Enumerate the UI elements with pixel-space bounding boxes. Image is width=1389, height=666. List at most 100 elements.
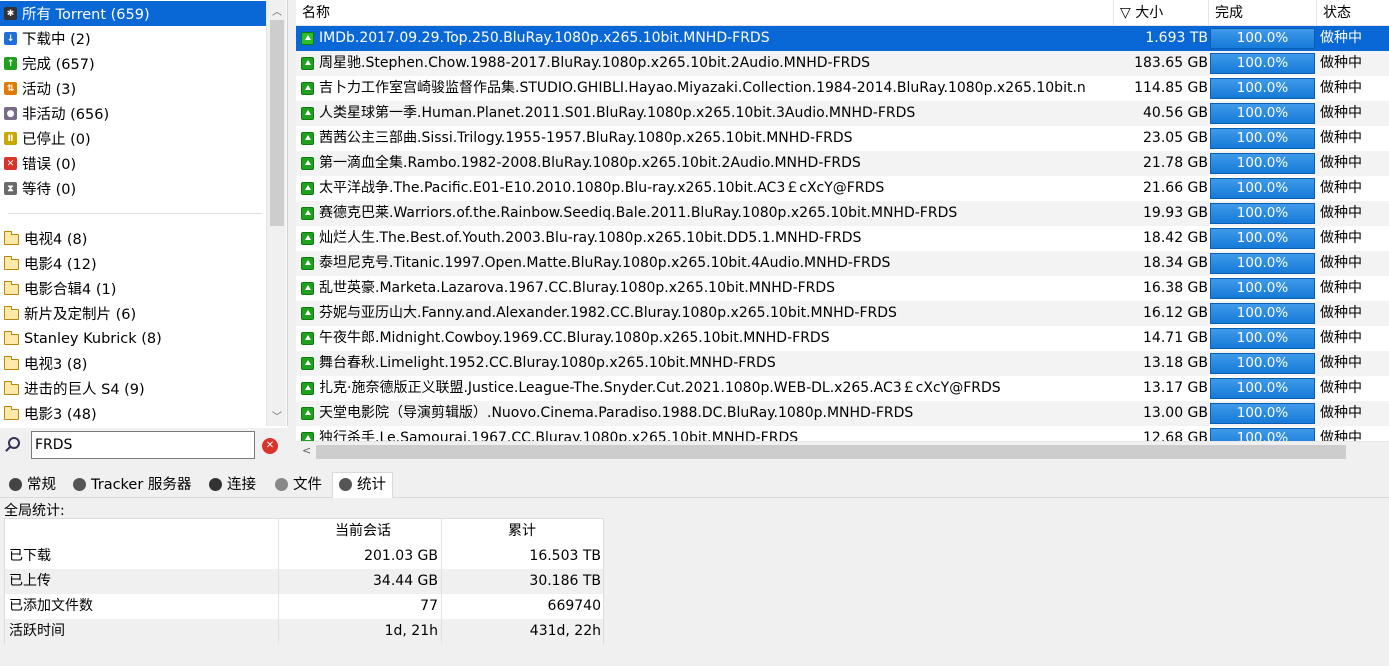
torrent-name: 太平洋战争.The.Pacific.E01-E10.2010.1080p.Blu… (319, 180, 885, 196)
torrent-size: 19.93 GB (1143, 205, 1208, 221)
filter-category-label: 电视3 (8) (24, 357, 88, 373)
column-done-header[interactable]: 完成 (1209, 0, 1317, 26)
torrent-state: 做种中 (1320, 405, 1362, 421)
stats-row-label: 活跃时间 (9, 623, 65, 639)
torrent-size: 14.71 GB (1143, 330, 1208, 346)
scroll-down-icon[interactable]: ﹀ (267, 408, 287, 423)
seeding-icon (301, 257, 314, 270)
scroll-up-icon[interactable]: ︿ (267, 3, 287, 18)
torrent-row[interactable]: 乱世英豪.Marketa.Lazarova.1967.CC.Bluray.108… (296, 276, 1389, 301)
filter-status-item[interactable]: ✱ 所有 Torrent (659) (0, 1, 266, 26)
torrent-size: 1.693 TB (1145, 30, 1208, 46)
torrent-row[interactable]: 泰坦尼克号.Titanic.1997.Open.Matte.BluRay.108… (296, 251, 1389, 276)
clear-search-icon[interactable]: ✕ (262, 438, 278, 454)
torrent-size: 40.56 GB (1143, 105, 1208, 121)
torrent-row[interactable]: 周星驰.Stephen.Chow.1988-2017.BluRay.1080p.… (296, 51, 1389, 76)
tab-peers[interactable]: 连接 (202, 472, 263, 498)
filter-status-item[interactable]: ⧗ 等待 (0) (0, 176, 266, 201)
filter-category-item[interactable]: 电影4 (12) (0, 251, 266, 276)
progress-text: 100.0% (1236, 130, 1289, 146)
stats-row: 已添加文件数 77 669740 (5, 594, 603, 619)
progress-bar: 100.0% (1210, 203, 1315, 224)
filter-status-item[interactable]: ⇅ 活动 (3) (0, 76, 266, 101)
statistics-panel: 全局统计: 当前会话 累计 已下载 201.03 GB 16.503 TB 已上传 34… (0, 498, 1389, 666)
torrent-row[interactable]: IMDb.2017.09.29.Top.250.BluRay.1080p.x26… (296, 26, 1389, 51)
filter-status-item[interactable]: ● 非活动 (656) (0, 101, 266, 126)
torrent-row[interactable]: 太平洋战争.The.Pacific.E01-E10.2010.1080p.Blu… (296, 176, 1389, 201)
progress-bar: 100.0% (1210, 178, 1315, 199)
stats-total-value: 16.503 TB (529, 548, 601, 564)
filter-category-item[interactable]: 电视3 (8) (0, 351, 266, 376)
torrent-row[interactable]: 人类星球第一季.Human.Planet.2011.S01.BluRay.108… (296, 101, 1389, 126)
list-horizontal-scrollbar[interactable]: < (296, 441, 1389, 462)
tab-general[interactable]: 常规 (2, 472, 63, 498)
column-state-header[interactable]: 状态 (1317, 0, 1389, 26)
progress-text: 100.0% (1236, 80, 1289, 96)
column-size-header[interactable]: ▽ 大小 (1114, 0, 1209, 26)
tab-statistics[interactable]: 统计 (332, 472, 393, 499)
filter-category-item[interactable]: 电影3 (48) (0, 401, 266, 426)
stats-total-value: 431d, 22h (529, 623, 601, 639)
list-header: 名称 ▽ 大小 完成 状态 (296, 0, 1389, 26)
tab-tracker[interactable]: Tracker 服务器 (66, 472, 198, 498)
seeding-icon (301, 107, 314, 120)
torrent-row[interactable]: 茜茜公主三部曲.Sissi.Trilogy.1955-1957.BluRay.1… (296, 126, 1389, 151)
filter-category-label: 电影4 (12) (24, 257, 97, 273)
progress-bar: 100.0% (1210, 78, 1315, 99)
search-input[interactable] (31, 431, 255, 459)
scroll-left-icon[interactable]: < (302, 444, 311, 457)
torrent-state: 做种中 (1320, 305, 1362, 321)
torrent-row[interactable]: 芬妮与亚历山大.Fanny.and.Alexander.1982.CC.Blur… (296, 301, 1389, 326)
torrent-name: 天堂电影院（导演剪辑版）.Nuovo.Cinema.Paradiso.1988.… (319, 405, 914, 421)
torrent-state: 做种中 (1320, 255, 1362, 271)
torrent-row[interactable]: 扎克·施奈德版正义联盟.Justice.League-The.Snyder.Cu… (296, 376, 1389, 401)
progress-bar: 100.0% (1210, 153, 1315, 174)
torrent-row[interactable]: 吉卜力工作室宫崎骏监督作品集.STUDIO.GHIBLI.Hayao.Miyaz… (296, 76, 1389, 101)
torrent-row[interactable]: 舞台春秋.Limelight.1952.CC.Bluray.1080p.x265… (296, 351, 1389, 376)
column-name-header[interactable]: 名称 (296, 0, 1114, 26)
filter-category-item[interactable]: 电影合辑4 (1) (0, 276, 266, 301)
torrent-name: 乱世英豪.Marketa.Lazarova.1967.CC.Bluray.108… (319, 280, 836, 296)
inactive-icon: ● (4, 107, 17, 120)
progress-text: 100.0% (1236, 230, 1289, 246)
filter-scrollbar-thumb[interactable] (270, 20, 284, 226)
torrent-size: 13.00 GB (1143, 405, 1208, 421)
filter-category-item[interactable]: 进击的巨人 S4 (9) (0, 376, 266, 401)
torrent-state: 做种中 (1320, 205, 1362, 221)
torrent-state: 做种中 (1320, 130, 1362, 146)
filter-status-item[interactable]: ↑ 完成 (657) (0, 51, 266, 76)
torrent-name: 灿烂人生.The.Best.of.Youth.2003.Blu-ray.1080… (319, 230, 862, 246)
filter-status-item[interactable]: ↓ 下载中 (2) (0, 26, 266, 51)
horizontal-splitter[interactable] (0, 462, 1389, 470)
torrent-row[interactable]: 赛德克巴莱.Warriors.of.the.Rainbow.Seediq.Bal… (296, 201, 1389, 226)
vertical-splitter[interactable] (288, 0, 296, 462)
torrent-row[interactable]: 灿烂人生.The.Best.of.Youth.2003.Blu-ray.1080… (296, 226, 1389, 251)
filter-status-label: 活动 (3) (22, 82, 77, 98)
torrent-name: 赛德克巴莱.Warriors.of.the.Rainbow.Seediq.Bal… (319, 205, 958, 221)
torrent-state: 做种中 (1320, 180, 1362, 196)
search-icon (8, 437, 20, 449)
filter-category-item[interactable]: 新片及定制片 (6) (0, 301, 266, 326)
stats-col-session: 当前会话 (335, 523, 391, 539)
filter-status-item[interactable]: ✕ 错误 (0) (0, 151, 266, 176)
filter-category-item[interactable]: 电视4 (8) (0, 226, 266, 251)
filter-status-item[interactable]: Ⅱ 已停止 (0) (0, 126, 266, 151)
tab-label: Tracker 服务器 (91, 477, 192, 493)
torrent-size: 13.17 GB (1143, 380, 1208, 396)
torrent-name: 茜茜公主三部曲.Sissi.Trilogy.1955-1957.BluRay.1… (319, 130, 853, 146)
filter-status-label: 等待 (0) (22, 182, 77, 198)
torrent-row[interactable]: 天堂电影院（导演剪辑版）.Nuovo.Cinema.Paradiso.1988.… (296, 401, 1389, 426)
list-horizontal-scrollbar-thumb[interactable] (316, 445, 1346, 459)
torrent-size: 23.05 GB (1143, 130, 1208, 146)
progress-bar: 100.0% (1210, 403, 1315, 424)
tab-files[interactable]: 文件 (268, 472, 329, 498)
torrent-state: 做种中 (1320, 280, 1362, 296)
torrent-row[interactable]: 午夜牛郎.Midnight.Cowboy.1969.CC.Bluray.1080… (296, 326, 1389, 351)
filter-status-label: 下载中 (2) (22, 32, 91, 48)
filter-category-item[interactable]: Stanley Kubrick (8) (0, 326, 266, 351)
progress-text: 100.0% (1236, 305, 1289, 321)
torrent-row[interactable]: 第一滴血全集.Rambo.1982-2008.BluRay.1080p.x265… (296, 151, 1389, 176)
seeding-icon (301, 407, 314, 420)
active-icon: ⇅ (4, 82, 17, 95)
filter-scrollbar[interactable]: ︿ ﹀ (266, 0, 286, 426)
